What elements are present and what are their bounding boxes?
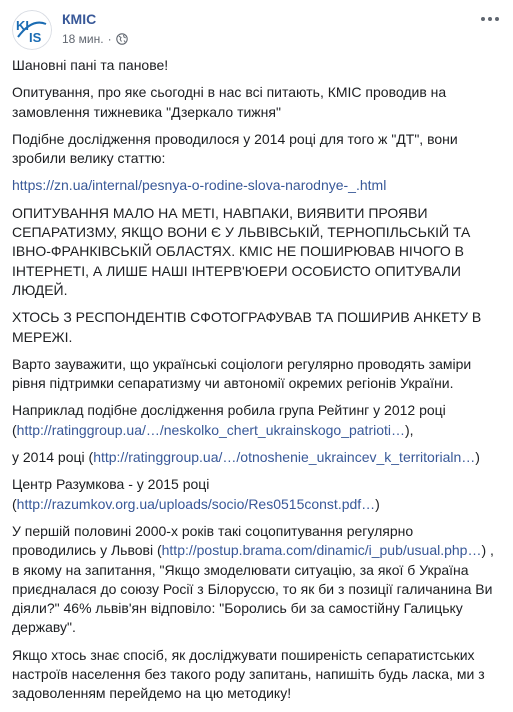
globe-icon[interactable] xyxy=(115,33,128,45)
paragraph-6: Центр Разумкова - у 2015 році (http://ra… xyxy=(12,475,499,514)
post-header: KI IS КМІС 18 мин. · xyxy=(12,10,503,52)
separator-dot: · xyxy=(107,32,112,46)
kmis-logo-icon: KI IS xyxy=(12,10,52,50)
ratinggroup-2012-link[interactable]: http://ratinggroup.ua/…/neskolko_chert_u… xyxy=(17,422,405,438)
paragraph-1: Опитування, про яке сьогодні в нас всі п… xyxy=(12,84,447,120)
page-name-link[interactable]: КМІС xyxy=(62,11,96,27)
zn-ua-link[interactable]: https://zn.ua/internal/pesnya-o-rodine-s… xyxy=(12,177,386,193)
ratinggroup-2014-link[interactable]: http://ratinggroup.ua/…/otnoshenie_ukrai… xyxy=(93,449,475,465)
paragraph-link-1: https://zn.ua/internal/pesnya-o-rodine-s… xyxy=(12,176,499,195)
paragraph-4-end: ), xyxy=(405,421,414,438)
page-avatar[interactable]: KI IS xyxy=(12,10,52,50)
paragraph-5-end: ) xyxy=(475,449,480,466)
post-meta: 18 мин. · xyxy=(62,32,128,46)
facebook-post: KI IS КМІС 18 мин. · Шановні пані та пан… xyxy=(0,0,513,701)
more-options-icon[interactable] xyxy=(481,14,499,24)
paragraph-4: Наприклад подібне дослідження робила гру… xyxy=(12,401,499,440)
post-timestamp[interactable]: 18 мин. xyxy=(62,32,104,46)
caps-paragraph-1: ОПИТУВАННЯ МАЛО НА МЕТІ, НАВПАКИ, ВИЯВИТ… xyxy=(12,204,471,298)
svg-text:IS: IS xyxy=(29,30,42,45)
paragraph-5-text: у 2014 році ( xyxy=(12,449,94,466)
paragraph-8: Якщо хтось знає спосіб, як досліджувати … xyxy=(12,646,485,702)
paragraph-6-end: ) xyxy=(375,495,380,512)
paragraph-5: у 2014 році (http://ratinggroup.ua/…/otn… xyxy=(12,448,499,467)
caps-paragraph-2: ХТОСЬ З РЕСПОНДЕНТІВ СФОТОГРАФУВАВ ТА ПО… xyxy=(12,309,482,345)
post-body: Шановні пані та панове! Опитування, про … xyxy=(12,56,499,712)
paragraph-3: Варто зауважити, що українські соціологи… xyxy=(12,355,472,392)
paragraph-2: Подібне дослідження проводилося у 2014 р… xyxy=(12,130,458,167)
greeting-text: Шановні пані та панове! xyxy=(12,57,169,73)
paragraph-7: У першій половині 2000-х років такі соцо… xyxy=(12,522,499,638)
razumkov-link[interactable]: http://razumkov.org.ua/uploads/socio/Res… xyxy=(17,496,376,512)
postup-brama-link[interactable]: http://postup.brama.com/dinamic/i_pub/us… xyxy=(162,542,482,558)
